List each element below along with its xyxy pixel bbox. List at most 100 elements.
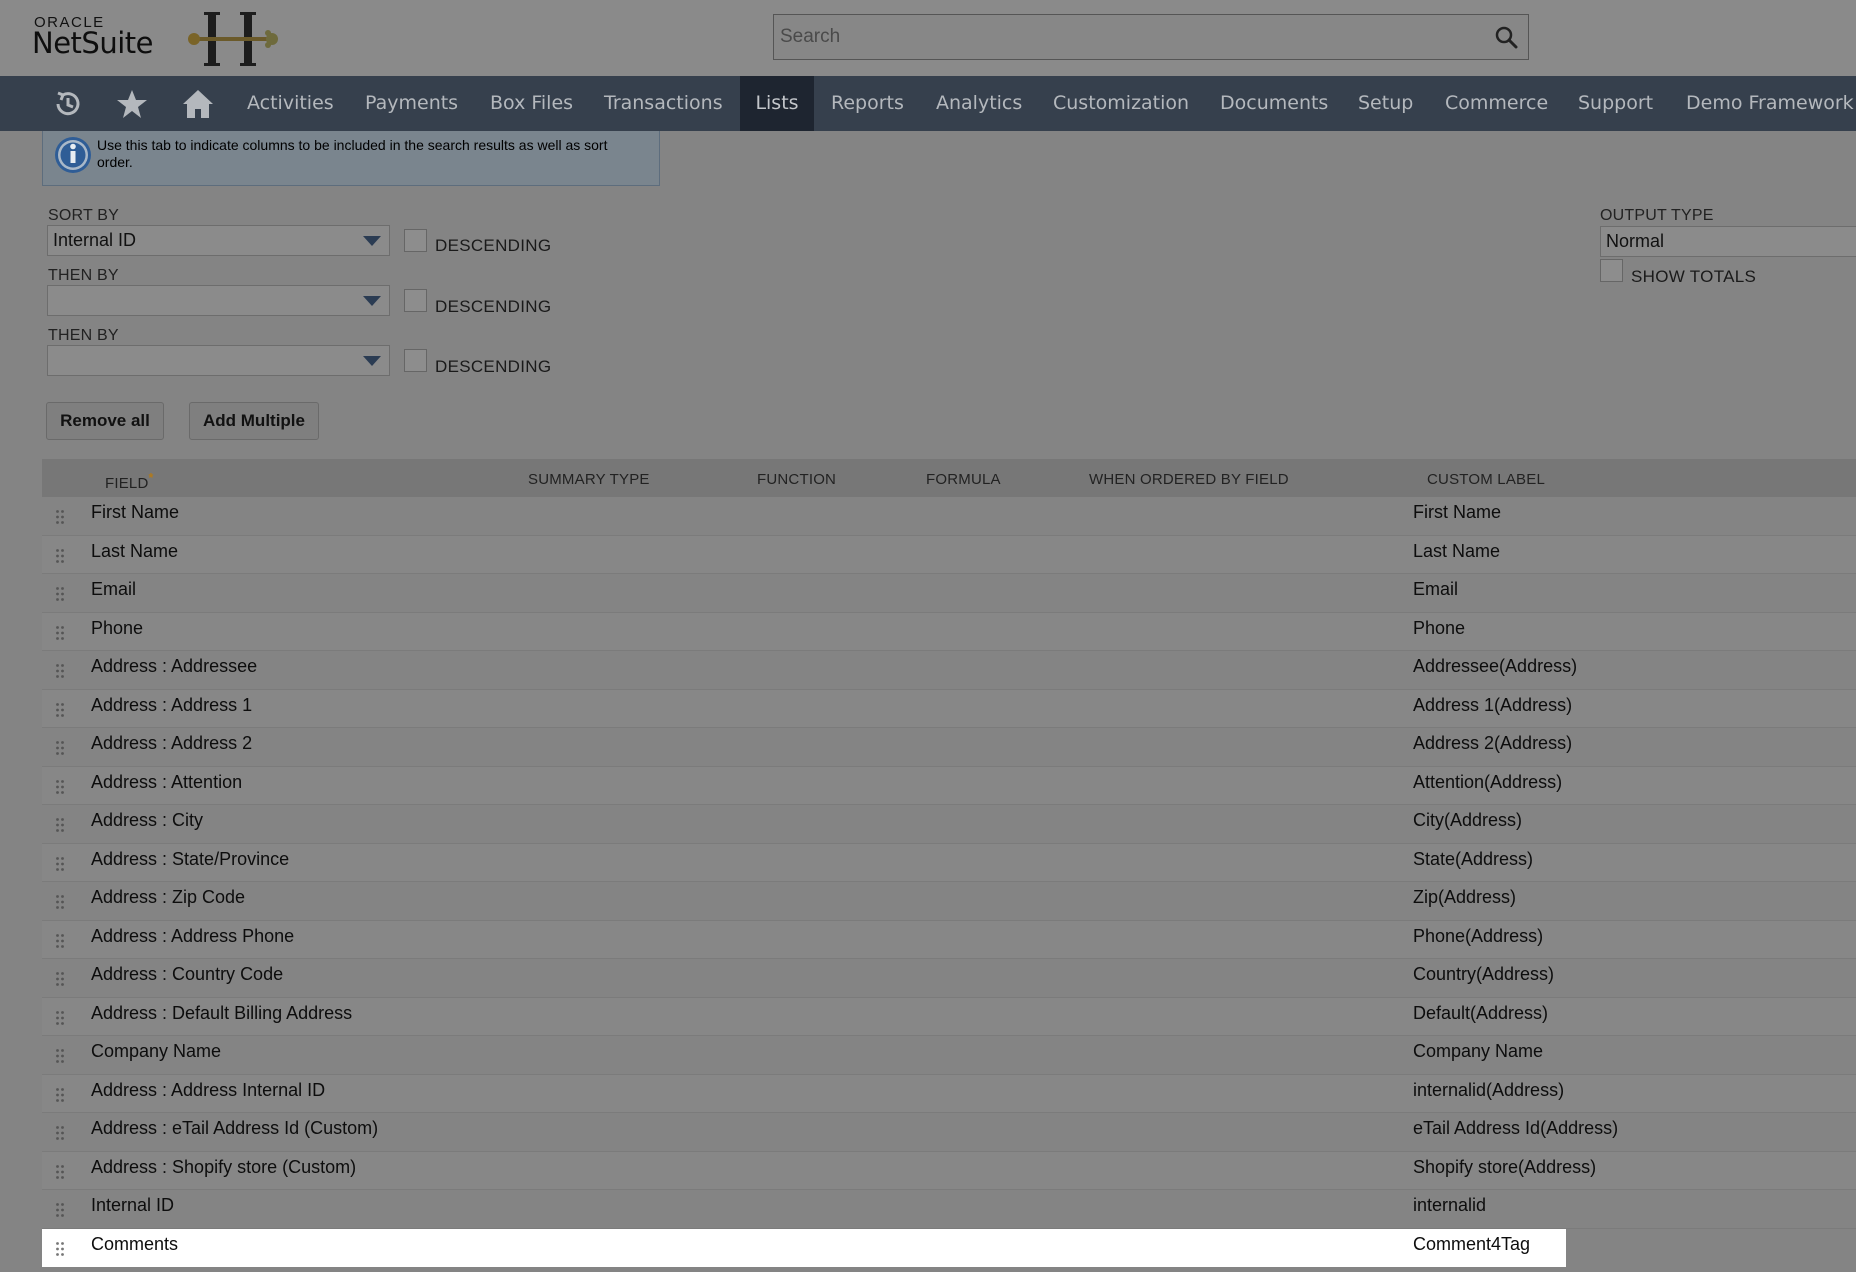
table-row[interactable]: Address : Attention Attention(Address)	[42, 766, 1856, 805]
field-cell[interactable]: Address : Address Phone	[91, 926, 294, 947]
table-row[interactable]: Comments Comment4Tag	[42, 1228, 1566, 1267]
custom-label-cell[interactable]: Email	[1413, 579, 1458, 600]
nav-customization[interactable]: Customization	[1037, 76, 1205, 131]
drag-handle-icon[interactable]	[56, 702, 64, 717]
drag-handle-icon[interactable]	[56, 1203, 64, 1217]
drag-handle-icon[interactable]	[56, 741, 64, 755]
nav-activities[interactable]: Activities	[231, 76, 350, 131]
custom-label-cell[interactable]: Address 2(Address)	[1413, 733, 1572, 754]
table-row[interactable]: Address : City City(Address)	[42, 805, 1856, 844]
summary-type-column-header[interactable]: SUMMARY TYPE	[528, 471, 650, 488]
field-cell[interactable]: Address : Country Code	[91, 964, 283, 985]
nav-commerce[interactable]: Commerce	[1429, 76, 1564, 131]
field-column-header[interactable]: FIELD*	[105, 471, 154, 492]
function-column-header[interactable]: FUNCTION	[757, 471, 836, 488]
custom-label-cell[interactable]: City(Address)	[1413, 810, 1522, 831]
nav-box-files[interactable]: Box Files	[474, 76, 589, 131]
nav-reports[interactable]: Reports	[815, 76, 920, 131]
field-cell[interactable]: Address : Attention	[91, 772, 242, 793]
field-cell[interactable]: Phone	[91, 618, 143, 639]
nav-documents[interactable]: Documents	[1204, 76, 1344, 131]
table-row[interactable]: Address : eTail Address Id (Custom) eTail…	[42, 1113, 1856, 1152]
custom-label-cell[interactable]: Zip(Address)	[1413, 887, 1516, 908]
then-by-select-1[interactable]	[47, 285, 390, 316]
field-cell[interactable]: Last Name	[91, 541, 178, 562]
field-cell[interactable]: First Name	[91, 502, 179, 523]
table-row[interactable]: Address : Default Billing Address Default…	[42, 997, 1856, 1036]
drag-handle-icon[interactable]	[56, 779, 64, 794]
star-icon[interactable]	[116, 88, 148, 120]
field-cell[interactable]: Address : Zip Code	[91, 887, 245, 908]
table-row[interactable]: Address : Addressee Addressee(Address)	[42, 651, 1856, 690]
add-multiple-button[interactable]: Add Multiple	[189, 402, 319, 440]
table-row[interactable]: Address : Address 2 Address 2(Address)	[42, 728, 1856, 767]
formula-column-header[interactable]: FORMULA	[926, 471, 1001, 488]
nav-analytics[interactable]: Analytics	[920, 76, 1038, 131]
show-totals-checkbox[interactable]	[1600, 259, 1623, 282]
nav-setup[interactable]: Setup	[1342, 76, 1429, 131]
table-row[interactable]: Address : Country Code Country(Address)	[42, 959, 1856, 998]
field-cell[interactable]: Address : Address Internal ID	[91, 1080, 325, 1101]
field-cell[interactable]: Internal ID	[91, 1195, 174, 1216]
field-cell[interactable]: Email	[91, 579, 136, 600]
drag-handle-icon[interactable]	[56, 625, 64, 640]
custom-label-cell[interactable]: State(Address)	[1413, 849, 1533, 870]
drag-handle-icon[interactable]	[56, 1126, 64, 1140]
search-icon[interactable]	[1494, 25, 1518, 49]
custom-label-cell[interactable]: eTail Address Id(Address)	[1413, 1118, 1618, 1139]
drag-handle-icon[interactable]	[56, 895, 64, 909]
table-row[interactable]: Address : Zip Code Zip(Address)	[42, 882, 1856, 921]
then-by-select-2[interactable]	[47, 345, 390, 376]
table-row[interactable]: Phone Phone	[42, 612, 1856, 651]
then-by-1-descending-checkbox[interactable]	[404, 289, 427, 312]
table-row[interactable]: Address : Address Internal ID internalid(…	[42, 1074, 1856, 1113]
drag-handle-icon[interactable]	[56, 933, 64, 948]
drag-handle-icon[interactable]	[56, 1049, 64, 1063]
custom-label-cell[interactable]: Phone	[1413, 618, 1465, 639]
custom-label-cell[interactable]: Phone(Address)	[1413, 926, 1543, 947]
custom-label-cell[interactable]: internalid	[1413, 1195, 1486, 1216]
custom-label-column-header[interactable]: CUSTOM LABEL	[1427, 471, 1545, 488]
field-cell[interactable]: Address : Address 2	[91, 733, 252, 754]
field-cell[interactable]: Address : Default Billing Address	[91, 1003, 352, 1024]
drag-handle-icon[interactable]	[56, 548, 64, 563]
table-row[interactable]: Email Email	[42, 574, 1856, 613]
drag-handle-icon[interactable]	[56, 1241, 64, 1256]
field-cell[interactable]: Address : Address 1	[91, 695, 252, 716]
search-input[interactable]	[774, 15, 1474, 58]
drag-handle-icon[interactable]	[56, 856, 64, 871]
drag-handle-icon[interactable]	[56, 587, 64, 601]
netsuite-logo-text[interactable]: NetSuite	[32, 26, 153, 60]
drag-handle-icon[interactable]	[56, 664, 64, 678]
drag-handle-icon[interactable]	[56, 1164, 64, 1179]
sort-by-descending-checkbox[interactable]	[404, 229, 427, 252]
field-cell[interactable]: Address : Shopify store (Custom)	[91, 1157, 356, 1178]
sort-by-select[interactable]: Internal ID	[47, 225, 390, 256]
drag-handle-icon[interactable]	[56, 1087, 64, 1102]
custom-label-cell[interactable]: Country(Address)	[1413, 964, 1554, 985]
custom-label-cell[interactable]: Comment4Tag	[1413, 1234, 1530, 1255]
when-ordered-by-field-column-header[interactable]: WHEN ORDERED BY FIELD	[1089, 471, 1289, 488]
recent-records-icon[interactable]	[52, 88, 84, 120]
field-cell[interactable]: Address : State/Province	[91, 849, 289, 870]
nav-demo-framework[interactable]: Demo Framework	[1670, 76, 1856, 131]
output-type-select[interactable]: Normal	[1600, 226, 1856, 257]
nav-lists[interactable]: Lists	[740, 76, 814, 131]
field-cell[interactable]: Comments	[91, 1234, 178, 1255]
nav-payments[interactable]: Payments	[349, 76, 474, 131]
table-row[interactable]: Last Name Last Name	[42, 535, 1856, 574]
custom-label-cell[interactable]: Attention(Address)	[1413, 772, 1562, 793]
table-row[interactable]: First Name First Name	[42, 497, 1856, 536]
table-row[interactable]: Address : Shopify store (Custom) Shopify …	[42, 1151, 1856, 1190]
drag-handle-icon[interactable]	[56, 1010, 64, 1025]
custom-label-cell[interactable]: Address 1(Address)	[1413, 695, 1572, 716]
field-cell[interactable]: Address : City	[91, 810, 203, 831]
custom-label-cell[interactable]: Addressee(Address)	[1413, 656, 1577, 677]
nav-support[interactable]: Support	[1562, 76, 1669, 131]
drag-handle-icon[interactable]	[56, 818, 64, 832]
custom-label-cell[interactable]: Shopify store(Address)	[1413, 1157, 1596, 1178]
home-icon[interactable]	[182, 88, 214, 120]
custom-label-cell[interactable]: Company Name	[1413, 1041, 1543, 1062]
remove-all-button[interactable]: Remove all	[46, 402, 164, 440]
field-cell[interactable]: Address : eTail Address Id (Custom)	[91, 1118, 378, 1139]
